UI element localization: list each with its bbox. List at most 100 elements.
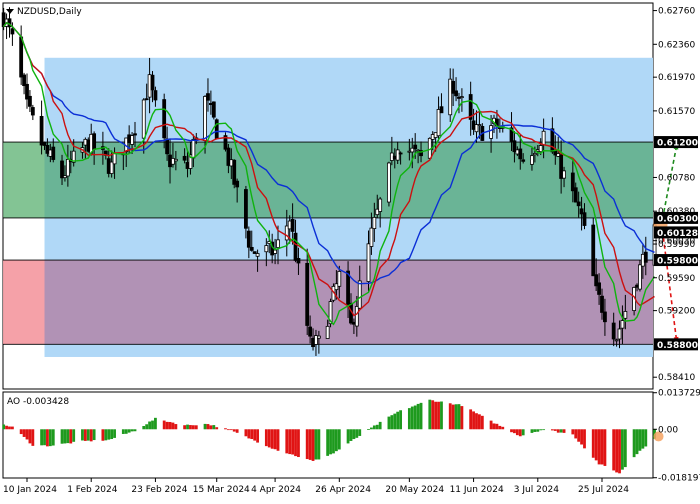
chart-svg: 0.62760 0.62360 0.61970 0.61570 0.60780 0.603… [1, 2, 700, 495]
candle-body [92, 133, 97, 150]
candle-body [244, 189, 248, 229]
ao-bar [460, 406, 464, 430]
ao-bar [396, 411, 400, 430]
ao-bar [124, 429, 128, 434]
ao-bar [101, 429, 105, 441]
ao-bar [550, 429, 554, 431]
ao-bar [623, 429, 627, 468]
ao-bar [203, 423, 207, 430]
candle-body [264, 245, 269, 253]
ao-bar [577, 429, 581, 442]
ao-bar [60, 429, 64, 444]
ao-bar [66, 429, 70, 444]
candle-body [372, 216, 377, 229]
ao-bar [355, 429, 359, 438]
ao-bar [314, 429, 318, 460]
ao-label: AO -0.003428 [7, 397, 69, 407]
ao-bar [591, 429, 595, 458]
ao-bar [542, 429, 546, 431]
candle-body [600, 295, 604, 313]
ao-bar [212, 425, 216, 430]
ao-bar [600, 429, 604, 465]
ao-bar [358, 429, 362, 436]
ao-tick-label: 0.013729 [658, 389, 700, 399]
ao-bar [621, 429, 624, 470]
ao-bar [148, 421, 151, 430]
ao-bar [410, 406, 414, 430]
candle-body [153, 90, 158, 101]
level-price-label: 0.59800 [657, 257, 698, 267]
ao-bar [8, 426, 11, 430]
candle-body [398, 152, 403, 155]
time-tick-label: 26 Apr 2024 [315, 485, 371, 495]
candle-body [643, 251, 648, 263]
chart-container: 0.62760 0.62360 0.61970 0.61570 0.60780 0.603… [0, 0, 700, 500]
ao-bar [273, 429, 277, 450]
time-tick-label: 20 May 2024 [385, 485, 444, 495]
ao-bar [489, 420, 493, 430]
ao-bar [440, 401, 443, 430]
ao-bar [583, 429, 586, 449]
ao-bar [326, 429, 330, 456]
candle-body [617, 328, 622, 340]
price-tick-label: 0.61570 [658, 107, 695, 117]
ao-bar [46, 429, 49, 447]
ao-bar [437, 401, 440, 430]
ao-bar [399, 410, 403, 430]
candle-body [214, 119, 219, 140]
ao-bar [632, 429, 636, 458]
ao-bar [451, 404, 455, 430]
candle-body [573, 187, 578, 203]
ao-bar [297, 429, 300, 458]
ao-bar [92, 429, 96, 441]
ao-bar [457, 404, 461, 430]
ao-bar [247, 429, 251, 439]
time-tick-label: 25 Jul 2024 [578, 485, 629, 495]
candle-body [436, 109, 441, 137]
ao-bar [492, 423, 496, 430]
ao-bar [168, 421, 172, 430]
candle-body [611, 322, 616, 340]
price-tick-label: 0.59590 [658, 274, 695, 284]
candle-body [538, 145, 543, 153]
ao-bar [329, 429, 332, 455]
ao-bar [215, 427, 219, 430]
candle-body [620, 320, 625, 329]
ao-bar [235, 429, 239, 433]
ao-bar [475, 413, 478, 430]
ao-bar [276, 429, 280, 451]
ao-bar [372, 425, 376, 430]
ao-bar [644, 429, 648, 447]
level-price-label: 0.58800 [657, 341, 698, 351]
ao-bar [390, 415, 394, 430]
ao-bar [107, 429, 111, 440]
ao-bar [495, 423, 499, 430]
price-tick-label: 0.59990 [658, 240, 695, 250]
candle-body [576, 201, 581, 207]
ao-bar [43, 429, 46, 446]
ao-bar [518, 429, 522, 437]
candle-body [325, 325, 330, 339]
time-tick-label: 15 Mar 2024 [193, 485, 250, 495]
ao-bar [121, 429, 125, 434]
ao-bar [612, 429, 616, 471]
ao-bar [165, 421, 169, 430]
ao-bar [428, 399, 432, 430]
ao-tick-label: -0.018197 [658, 474, 700, 484]
ao-bar [256, 429, 259, 443]
time-tick-label: 3 Jul 2024 [514, 485, 559, 495]
ao-bar [580, 429, 583, 445]
ao-bar [51, 429, 55, 446]
ao-bar [186, 424, 189, 430]
ao-bar [285, 429, 289, 454]
ao-bar [63, 429, 67, 444]
ao-bar [250, 429, 254, 440]
ao-bar [553, 429, 557, 431]
candle-body [232, 159, 237, 185]
time-tick-label: 1 Feb 2024 [67, 485, 118, 495]
ao-bar [113, 429, 116, 438]
ao-bar [253, 429, 257, 441]
ao-bar [294, 429, 297, 457]
ao-bar [375, 424, 379, 430]
ao-bar [224, 428, 227, 430]
